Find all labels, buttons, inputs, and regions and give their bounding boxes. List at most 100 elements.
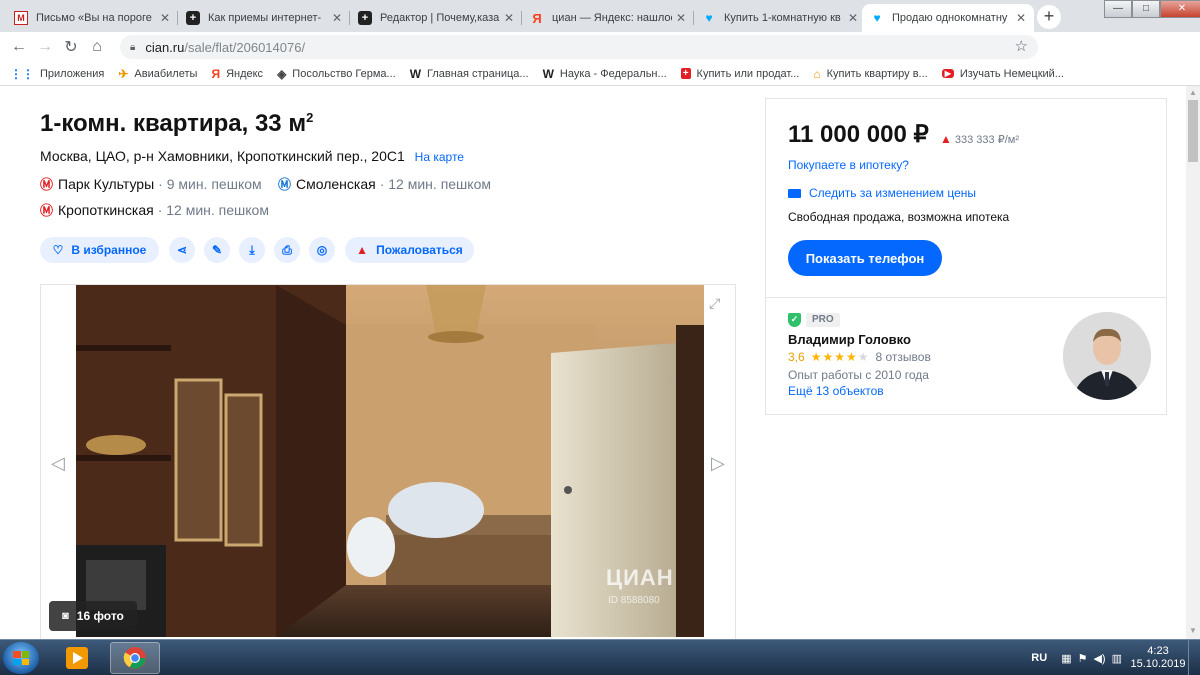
- agent-avatar[interactable]: [1063, 312, 1151, 400]
- maximize-button[interactable]: □: [1132, 0, 1160, 18]
- mortgage-link[interactable]: Покупаете в ипотеку?: [788, 158, 909, 172]
- apps-grid-icon: ⋮⋮: [10, 66, 34, 81]
- photo-count-button[interactable]: ◙ 16 фото: [49, 601, 137, 631]
- cube-icon: ◈: [277, 66, 287, 81]
- bookmark-aviabilety[interactable]: ✈ Авиабилеты: [118, 67, 197, 81]
- camera-icon: ◙: [62, 610, 69, 622]
- zen-plus-icon: +: [358, 11, 372, 25]
- download-button[interactable]: ⤓: [239, 237, 265, 263]
- reload-icon[interactable]: ↻: [58, 37, 84, 57]
- agent-card: ✓ PRO Владимир Головко 3,6 ★★★★★ 8 отзыв…: [765, 297, 1167, 415]
- close-icon[interactable]: ✕: [848, 11, 858, 25]
- print-button[interactable]: ⎙: [274, 237, 300, 263]
- arrow-up-icon: ▲: [940, 132, 952, 146]
- rating-value: 3,6: [788, 350, 805, 364]
- show-desktop-button[interactable]: [1188, 640, 1200, 675]
- close-icon[interactable]: ✕: [160, 11, 170, 25]
- tab-gmail[interactable]: M Письмо «Вы на пороге ✕: [6, 4, 178, 32]
- sale-type: Свободная продажа, возможна ипотека: [788, 210, 1010, 224]
- close-icon[interactable]: ✕: [504, 11, 514, 25]
- start-button[interactable]: [3, 642, 39, 674]
- bookmark-star-icon[interactable]: ☆: [1015, 37, 1028, 55]
- bookmark-main-page[interactable]: W Главная страница...: [410, 67, 529, 81]
- tab-yandex[interactable]: Я циан — Яндекс: нашлос ✕: [522, 4, 694, 32]
- metro-station: Ⓜ Смоленская · 12 мин. пешком: [278, 174, 491, 193]
- tray-network-icon[interactable]: ▦: [1061, 652, 1071, 665]
- wiki-icon: W: [409, 66, 422, 81]
- tab-cian-search[interactable]: ♥ Купить 1-комнатную кв ✕: [694, 4, 866, 32]
- gmail-icon: M: [14, 11, 28, 25]
- scroll-up-icon[interactable]: ▲: [1189, 88, 1197, 97]
- new-tab-button[interactable]: +: [1037, 5, 1061, 29]
- tab-title: Редактор | Почему,каза: [380, 12, 500, 24]
- media-player-icon: [66, 647, 88, 669]
- tab-zen-1[interactable]: + Как приемы интернет- ✕: [178, 4, 350, 32]
- hide-listing-button[interactable]: ◎: [309, 237, 335, 263]
- tab-title: Продаю однокомнатну: [892, 12, 1008, 24]
- url-path: /sale/flat/206014076/: [184, 39, 306, 55]
- agent-name[interactable]: Владимир Головко: [788, 332, 911, 347]
- edit-note-button[interactable]: ✎: [204, 237, 230, 263]
- listing-photo[interactable]: ЦИАН ID 8588080: [76, 285, 704, 637]
- bookmark-apps[interactable]: ⋮⋮ Приложения: [10, 67, 104, 81]
- metro-station-name[interactable]: Парк Культуры: [58, 176, 154, 192]
- browser-toolbar: ← → ↻ ⌂ 🔒︎ cian.ru/sale/flat/206014076/ …: [0, 32, 1200, 86]
- close-icon[interactable]: ✕: [332, 11, 342, 25]
- agent-photo: [1063, 312, 1151, 400]
- address-text: Москва, ЦАО, р-н Хамовники, Кропоткински…: [40, 148, 405, 164]
- taskbar-media-player[interactable]: [52, 642, 102, 674]
- pro-badge: PRO: [806, 313, 840, 327]
- expand-icon[interactable]: ⤢: [709, 295, 720, 312]
- price-card: 11 000 000 ₽ ▲ 333 333 ₽/м² Покупаете в и…: [765, 98, 1167, 298]
- chrome-icon: [123, 647, 146, 669]
- window-close-button[interactable]: ✕: [1160, 0, 1200, 18]
- bookmark-german[interactable]: ▶ Изучать Немецкий...: [941, 68, 1064, 80]
- clock-date: 15.10.2019: [1130, 658, 1186, 670]
- on-map-link[interactable]: На карте: [415, 150, 464, 164]
- clock-time: 4:23: [1147, 645, 1169, 657]
- home-icon[interactable]: ⌂: [84, 38, 110, 56]
- language-indicator[interactable]: RU: [1031, 652, 1047, 664]
- price-per-meter: ▲ 333 333 ₽/м²: [940, 132, 1019, 146]
- photo-count-label: 16 фото: [76, 609, 124, 623]
- bookmark-nauka[interactable]: W Наука - Федеральн...: [543, 67, 667, 81]
- bookmark-embassy[interactable]: ◈ Посольство Герма...: [277, 67, 396, 81]
- bookmark-yandex[interactable]: Я Яндекс: [211, 67, 263, 81]
- metro-station: Ⓜ Парк Культуры · 9 мин. пешком: [40, 174, 262, 193]
- cian-watermark: ЦИАН: [606, 565, 674, 590]
- bookmark-label: Приложения: [40, 67, 105, 80]
- close-icon[interactable]: ✕: [1016, 11, 1026, 25]
- bookmark-buy-sell[interactable]: + Купить или продат...: [680, 68, 799, 80]
- share-button[interactable]: ⋖: [169, 237, 195, 263]
- close-icon[interactable]: ✕: [676, 11, 686, 25]
- scroll-down-icon[interactable]: ▼: [1189, 626, 1197, 635]
- more-objects-link[interactable]: Ещё 13 объектов: [788, 384, 884, 398]
- agent-rating[interactable]: 3,6 ★★★★★ 8 отзывов: [788, 350, 931, 364]
- bookmark-buy-flat[interactable]: ⌂ Купить квартиру в...: [813, 67, 927, 81]
- follow-price-link[interactable]: Следить за изменением цены: [788, 186, 976, 200]
- follow-price-label: Следить за изменением цены: [809, 186, 977, 200]
- tab-title: Письмо «Вы на пороге: [36, 12, 152, 24]
- page-scrollbar[interactable]: ▲ ▼: [1186, 86, 1200, 639]
- gallery-next-icon[interactable]: ▷: [711, 453, 725, 474]
- tab-zen-2[interactable]: + Редактор | Почему,каза ✕: [350, 4, 522, 32]
- back-arrow-icon[interactable]: ←: [6, 38, 32, 56]
- plane-icon: ✈: [118, 66, 129, 81]
- taskbar-chrome[interactable]: [110, 642, 160, 674]
- forward-arrow-icon[interactable]: →: [32, 38, 58, 56]
- show-phone-button[interactable]: Показать телефон: [788, 240, 942, 276]
- tray-volume-icon[interactable]: ◀): [1093, 652, 1105, 665]
- report-button[interactable]: ▲ Пожаловаться: [345, 237, 474, 263]
- tab-cian-listing-active[interactable]: ♥ Продаю однокомнатну ✕: [862, 4, 1034, 32]
- address-bar[interactable]: 🔒︎ cian.ru/sale/flat/206014076/ ☆: [120, 35, 1038, 59]
- metro-station-name[interactable]: Смоленская: [296, 176, 376, 192]
- tray-flag-icon[interactable]: ⚑: [1078, 652, 1088, 665]
- metro-station-name[interactable]: Кропоткинская: [58, 202, 154, 218]
- tray-connection-icon[interactable]: ▥: [1112, 652, 1122, 665]
- gallery-prev-icon[interactable]: ◁: [51, 453, 65, 474]
- wiki-icon: W: [542, 66, 554, 81]
- scrollbar-thumb[interactable]: [1188, 100, 1198, 162]
- clock[interactable]: 4:23 15.10.2019: [1128, 645, 1188, 671]
- add-to-favorites-button[interactable]: ♡ В избранное: [40, 237, 159, 263]
- minimize-button[interactable]: —: [1104, 0, 1132, 18]
